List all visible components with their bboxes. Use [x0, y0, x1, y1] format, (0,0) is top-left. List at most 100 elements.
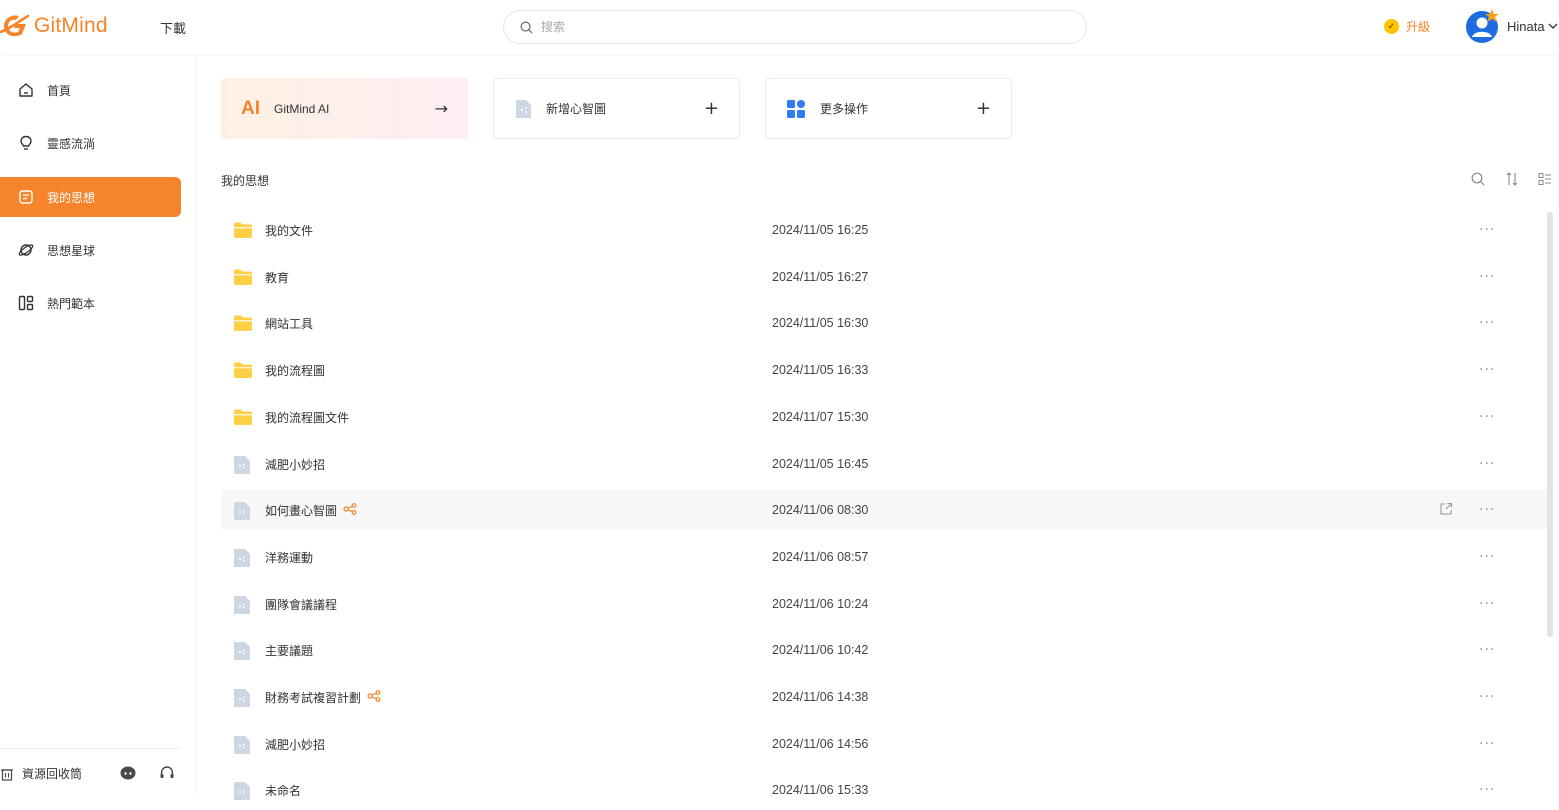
more-options-icon[interactable]: ···	[1479, 782, 1495, 798]
planet-icon	[18, 244, 34, 256]
item-name-text: 教育	[265, 270, 290, 285]
folder-row[interactable]: 教育 2024/11/05 16:27 ···	[221, 257, 1547, 297]
item-name-text: 未命名	[265, 783, 302, 798]
sort-icon	[1506, 172, 1518, 186]
new-mindmap-card[interactable]: 新增心智圖 +	[493, 78, 740, 139]
search-input[interactable]	[541, 20, 1021, 34]
recycle-bin-label: 資源回收筒	[22, 767, 83, 781]
more-actions-label: 更多操作	[820, 102, 869, 116]
item-name-text: 團隊會議議程	[265, 597, 338, 612]
folder-icon	[233, 314, 253, 335]
user-menu[interactable]: Hinata	[1465, 9, 1558, 43]
upgrade-label: 升級	[1406, 20, 1431, 34]
item-name: 主要議題	[265, 642, 313, 659]
item-date: 2024/11/06 08:30	[772, 503, 869, 517]
sidebar-item-label: 我的思想	[47, 190, 96, 205]
more-options-icon[interactable]: ···	[1479, 315, 1495, 331]
item-name: 我的流程圖文件	[265, 409, 349, 426]
item-name: 如何畫心智圖	[265, 502, 357, 519]
item-date: 2024/11/05 16:33	[772, 363, 869, 377]
item-name-text: 洋務運動	[265, 550, 314, 565]
item-name: 團隊會議議程	[265, 596, 337, 613]
sidebar-item-label: 熱門範本	[47, 296, 96, 311]
more-options-icon[interactable]: ···	[1479, 362, 1495, 378]
discord-button[interactable]	[120, 766, 136, 783]
mindmap-file-icon	[233, 735, 251, 758]
gitmind-ai-card[interactable]: AI GitMind AI →	[221, 78, 468, 139]
item-date: 2024/11/06 10:42	[772, 643, 869, 657]
mindmap-row[interactable]: 如何畫心智圖 2024/11/06 08:30 ···	[221, 490, 1547, 530]
folder-row[interactable]: 我的流程圖文件 2024/11/07 15:30 ···	[221, 397, 1547, 437]
username: Hinata	[1507, 18, 1545, 34]
list-view-icon	[1538, 173, 1551, 185]
mindmap-row[interactable]: 主要議題 2024/11/06 10:42 ···	[221, 630, 1547, 670]
new-mindmap-label: 新增心智圖	[546, 102, 607, 116]
more-options-icon[interactable]: ···	[1479, 409, 1495, 425]
list-search-button[interactable]	[1471, 172, 1485, 189]
more-options-icon[interactable]: ···	[1479, 269, 1495, 285]
item-name-text: 網站工具	[265, 316, 314, 331]
view-toggle-button[interactable]	[1538, 172, 1552, 189]
more-options-icon[interactable]: ···	[1479, 689, 1495, 705]
sort-button[interactable]	[1506, 172, 1518, 189]
search-bar[interactable]	[503, 10, 1087, 44]
sidebar-item-label: 思想星球	[47, 243, 96, 258]
item-name: 教育	[265, 269, 289, 286]
folder-icon	[233, 361, 253, 382]
trash-icon	[1, 768, 13, 781]
more-options-icon[interactable]: ···	[1479, 549, 1495, 565]
recycle-bin-button[interactable]: 資源回收筒	[0, 765, 82, 782]
more-options-icon[interactable]: ···	[1479, 736, 1495, 752]
mindmap-row[interactable]: 洋務運動 2024/11/06 08:57 ···	[221, 537, 1547, 577]
download-link[interactable]: 下載	[160, 18, 186, 37]
section-title: 我的思想	[221, 174, 270, 188]
folder-icon	[233, 221, 253, 242]
support-button[interactable]	[159, 765, 175, 784]
gitmind-ai-label: GitMind AI	[274, 101, 330, 116]
avatar	[1465, 9, 1499, 43]
more-options-icon[interactable]: ···	[1479, 222, 1495, 238]
mindmap-file-icon	[233, 548, 251, 571]
open-in-new-icon[interactable]	[1439, 502, 1453, 519]
sidebar-item-label: 靈感流淌	[47, 136, 96, 151]
item-name: 網站工具	[265, 315, 313, 332]
mindmap-row[interactable]: 財務考試複習計劃 2024/11/06 14:38 ···	[221, 677, 1547, 717]
sidebar-item-inspiration[interactable]: 靈感流淌	[0, 123, 181, 163]
item-date: 2024/11/05 16:30	[772, 316, 869, 330]
sidebar: 首頁 靈感流淌 我的思想 思想星球 熱門範本 資源回收筒	[0, 54, 196, 795]
mindmap-row[interactable]: 減肥小妙招 2024/11/05 16:45 ···	[221, 444, 1547, 484]
folder-row[interactable]: 我的流程圖 2024/11/05 16:33 ···	[221, 350, 1547, 390]
share-icon	[343, 502, 357, 518]
item-date: 2024/11/05 16:45	[772, 457, 869, 471]
folder-row[interactable]: 我的文件 2024/11/05 16:25 ···	[221, 210, 1547, 250]
home-icon	[19, 83, 33, 97]
more-options-icon[interactable]: ···	[1479, 502, 1495, 518]
sidebar-item-planet[interactable]: 思想星球	[0, 230, 181, 270]
more-actions-card[interactable]: 更多操作 +	[765, 78, 1012, 139]
item-name: 財務考試複習計劃	[265, 689, 381, 706]
sidebar-item-home[interactable]: 首頁	[0, 70, 181, 110]
mindmap-row[interactable]: 減肥小妙招 2024/11/06 14:56 ···	[221, 724, 1547, 764]
logo-text: GitMind	[34, 14, 108, 37]
more-options-icon[interactable]: ···	[1479, 642, 1495, 658]
share-icon	[367, 689, 381, 705]
gitmind-logo[interactable]: GitMind	[0, 12, 108, 40]
more-options-icon[interactable]: ···	[1479, 456, 1495, 472]
item-name-text: 我的文件	[265, 223, 314, 238]
mindmap-row[interactable]: 未命名 2024/11/06 15:33 ···	[221, 770, 1547, 810]
mindmap-file-icon	[516, 99, 531, 118]
upgrade-button[interactable]: ✓ 升級	[1384, 18, 1430, 35]
folder-icon	[233, 408, 253, 429]
mindmap-row[interactable]: 團隊會議議程 2024/11/06 10:24 ···	[221, 584, 1547, 624]
mindmap-file-icon	[233, 688, 251, 711]
more-options-icon[interactable]: ···	[1479, 596, 1495, 612]
item-date: 2024/11/05 16:25	[772, 223, 869, 237]
sidebar-item-my-thoughts[interactable]: 我的思想	[0, 177, 181, 217]
scrollbar[interactable]	[1547, 212, 1553, 637]
lightbulb-icon	[20, 135, 32, 150]
sidebar-item-templates[interactable]: 熱門範本	[0, 283, 181, 323]
item-date: 2024/11/05 16:27	[772, 270, 869, 284]
item-name: 我的文件	[265, 222, 313, 239]
folder-row[interactable]: 網站工具 2024/11/05 16:30 ···	[221, 303, 1547, 343]
item-date: 2024/11/07 15:30	[772, 410, 869, 424]
